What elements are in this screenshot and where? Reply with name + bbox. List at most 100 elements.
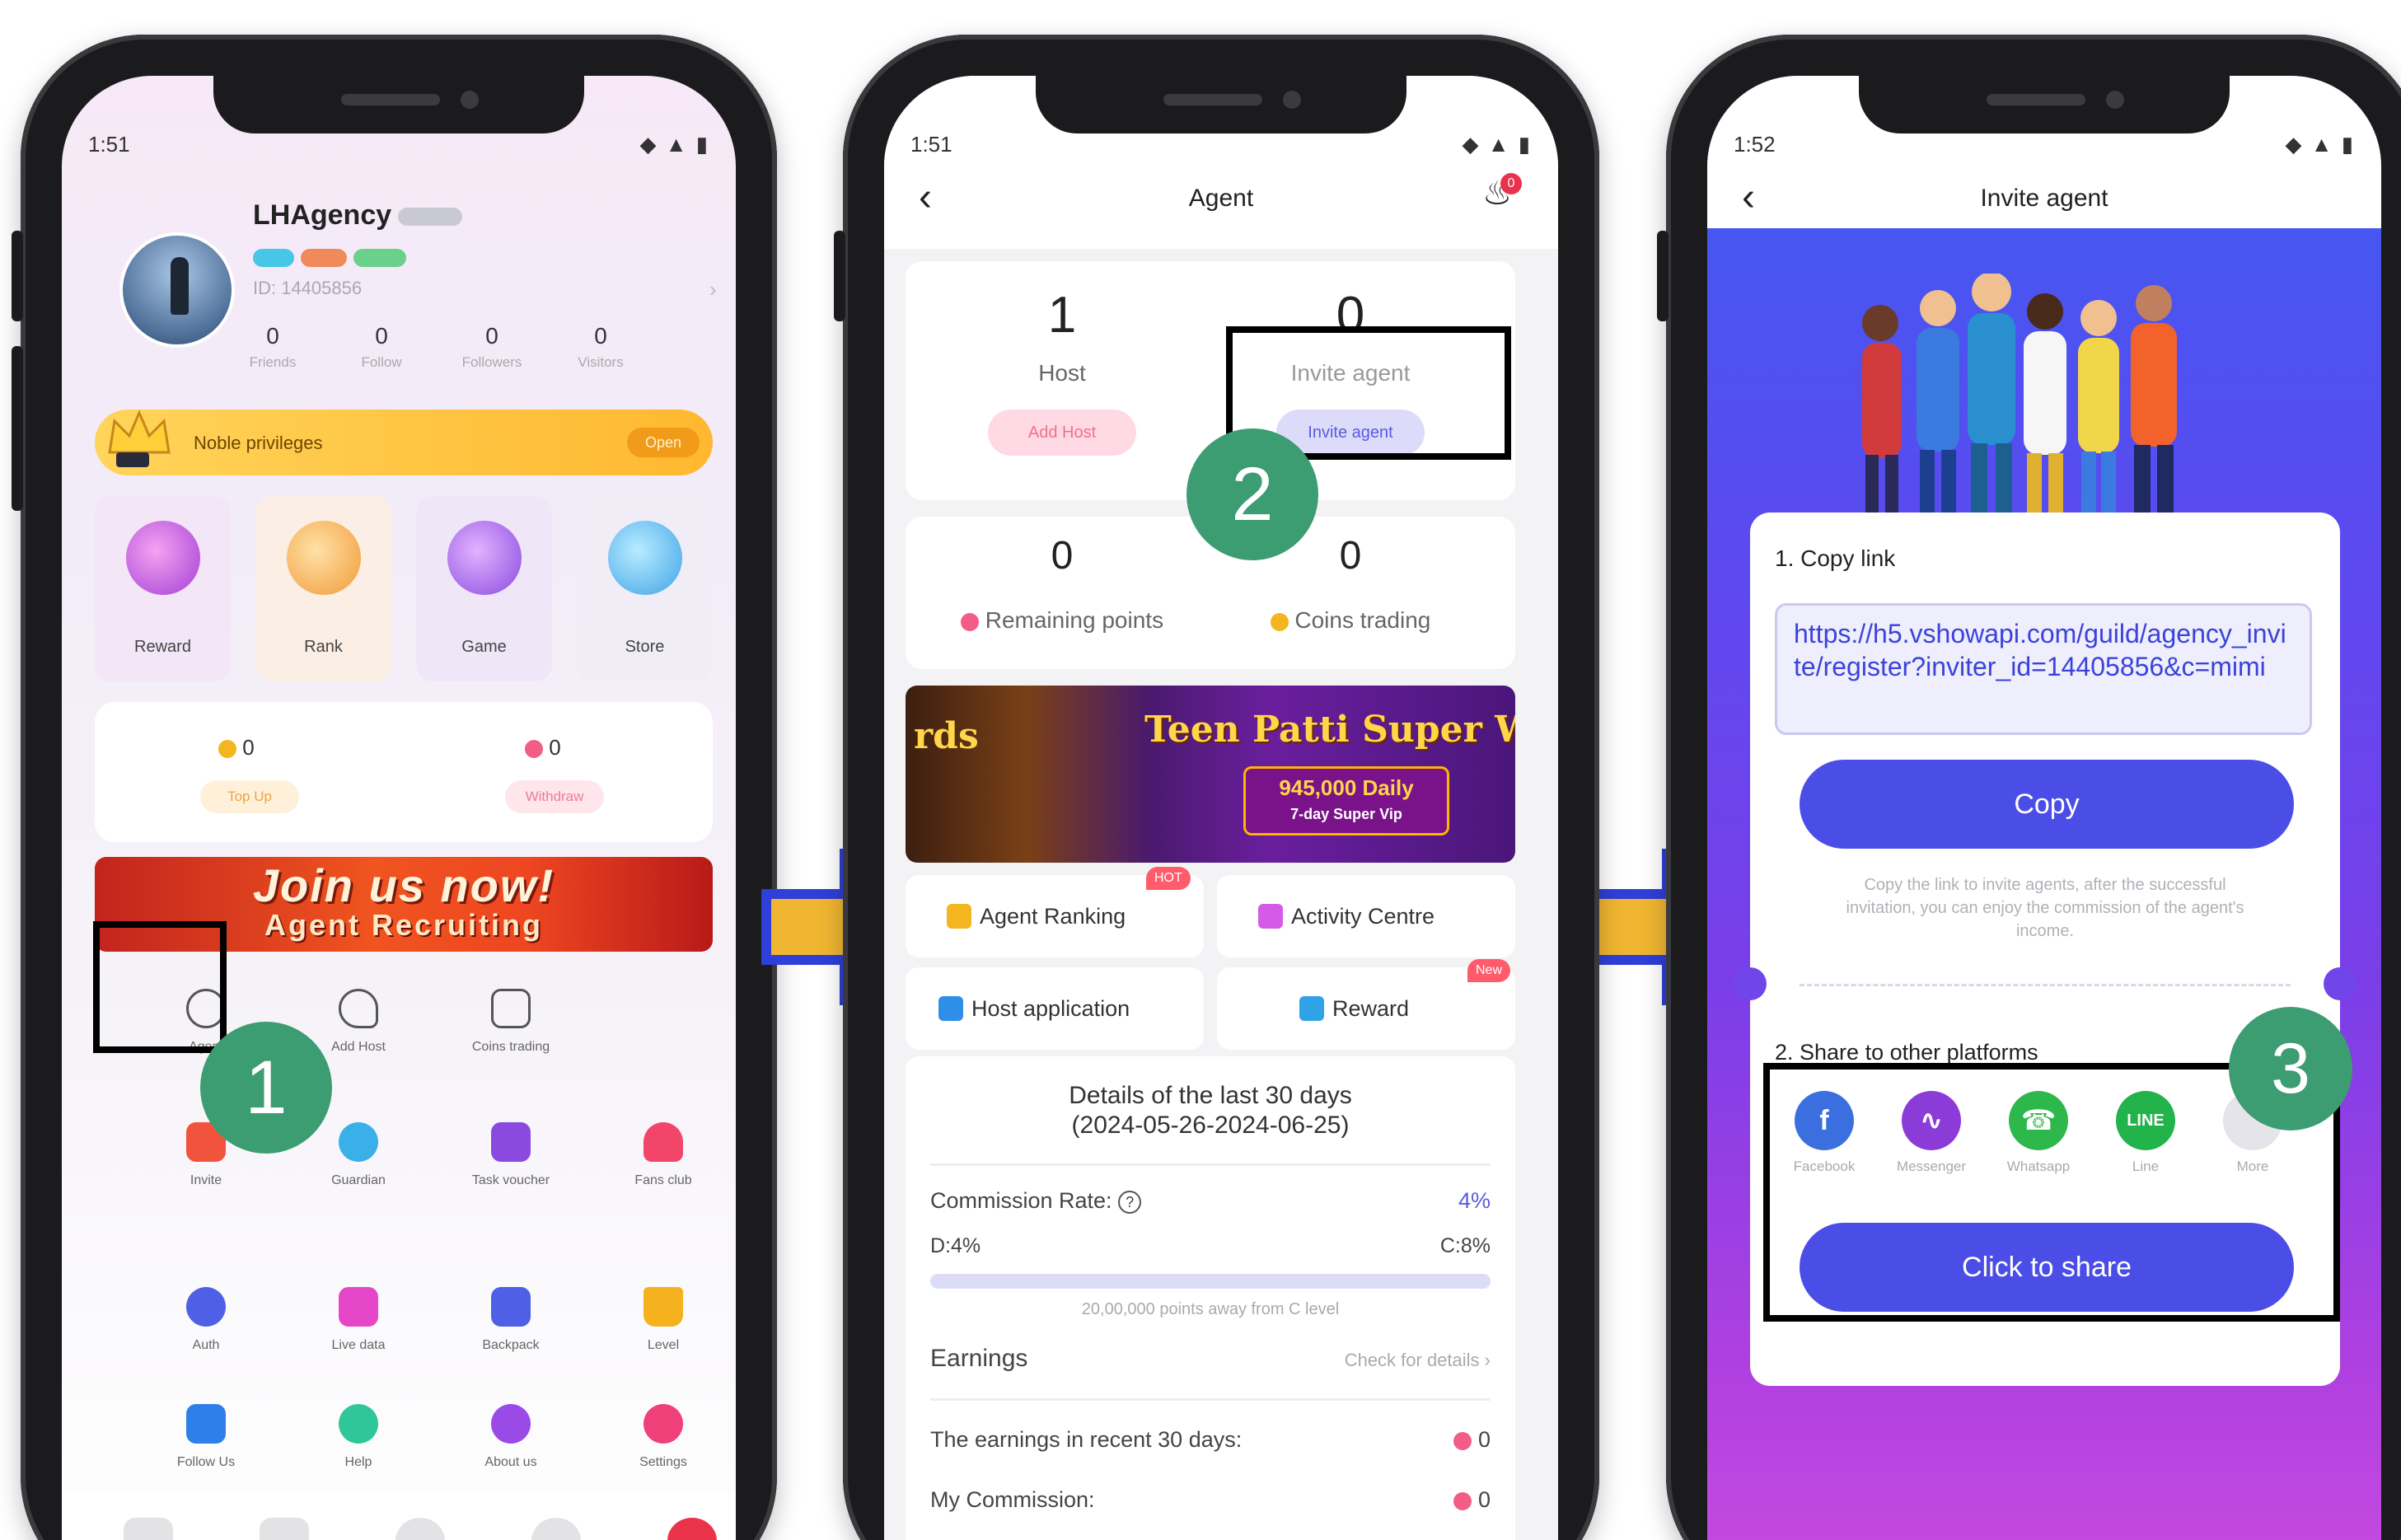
live-data-icon <box>339 1287 378 1327</box>
grid-backpack[interactable]: Backpack <box>449 1287 573 1353</box>
reward-icon <box>126 521 200 595</box>
copy-hint: Copy the link to invite agents, after th… <box>1846 876 2244 940</box>
grid-auth[interactable]: Auth <box>144 1287 268 1353</box>
signal-icons: ◆ ▲ ▮ <box>2285 132 2355 157</box>
feature-reward[interactable]: Reward <box>95 496 231 681</box>
new-badge: New <box>1467 959 1511 982</box>
host-count: 1 <box>1047 287 1077 344</box>
level-progress-bar <box>930 1274 1491 1289</box>
auth-icon <box>186 1287 226 1327</box>
settings-icon <box>644 1404 683 1444</box>
feature-game[interactable]: Game <box>416 496 552 681</box>
stat-friends[interactable]: 0 Friends <box>223 323 322 371</box>
stat-follow[interactable]: 0 Follow <box>332 323 431 371</box>
feature-store[interactable]: Store <box>577 496 713 681</box>
check-details-link[interactable]: Check for details › <box>1345 1350 1491 1371</box>
my-commission-row: My Commission: 0 <box>930 1487 1491 1512</box>
copy-link-heading: 1. Copy link <box>1775 545 1896 571</box>
status-time: 1:51 <box>88 132 130 157</box>
open-button[interactable]: Open <box>627 428 700 457</box>
noble-label: Noble privileges <box>194 433 323 453</box>
tab-heart-icon[interactable] <box>124 1518 173 1540</box>
feature-rank[interactable]: Rank <box>255 496 391 681</box>
fans-club-icon <box>644 1122 683 1162</box>
coins-trading-label: Coins trading <box>1227 607 1474 634</box>
status-time: 1:52 <box>1734 132 1776 157</box>
step-2-badge: 2 <box>1186 428 1318 560</box>
grid-help[interactable]: Help <box>297 1404 420 1470</box>
tab-chat-icon[interactable] <box>531 1518 581 1540</box>
tab-star-icon[interactable] <box>395 1518 445 1540</box>
stat-visitors[interactable]: 0 Visitors <box>551 323 650 371</box>
grid-level[interactable]: Level <box>601 1287 725 1353</box>
notch <box>213 76 584 133</box>
invite-link-field[interactable]: https://h5.vshowapi.com/guild/agency_inv… <box>1775 603 2312 735</box>
wallet-card: 0 Top Up 0 Withdraw <box>95 702 713 842</box>
add-host-icon <box>339 989 378 1028</box>
banner-left-text: rds <box>914 715 979 757</box>
remaining-points-value: 0 <box>1051 534 1074 578</box>
user-name: LHAgency <box>253 199 392 231</box>
grid-settings[interactable]: Settings <box>601 1404 725 1470</box>
grid-fans-club[interactable]: Fans club <box>601 1122 725 1188</box>
recent-earnings-row: The earnings in recent 30 days: 0 <box>930 1427 1491 1452</box>
tab-video-icon[interactable] <box>260 1518 309 1540</box>
user-id: ID: 14405856 <box>253 278 363 298</box>
details-card: Details of the last 30 days (2024-05-26-2… <box>906 1056 1515 1540</box>
page-title: Invite agent <box>1980 185 2108 212</box>
points-icon <box>525 740 543 759</box>
coin-icon <box>1270 612 1289 631</box>
teen-patti-banner[interactable]: rds Teen Patti Super Wi 945,000 Daily 7-d… <box>906 686 1515 863</box>
grid-guardian[interactable]: Guardian <box>297 1122 420 1188</box>
ticket-notch-right <box>2324 967 2357 1000</box>
grid-about-us[interactable]: About us <box>449 1404 573 1470</box>
grid-follow-us[interactable]: Follow Us <box>144 1404 268 1470</box>
notification-badge: 0 <box>1500 173 1522 194</box>
activity-icon <box>1258 903 1283 929</box>
profile-screen: 1:51 ◆ ▲ ▮ LHAgency ID: 14405856 › 0 Frie… <box>62 76 736 1540</box>
grid-task-voucher[interactable]: Task voucher <box>449 1122 573 1188</box>
noble-privileges-bar[interactable]: Noble privileges Open <box>95 410 713 475</box>
ticket-notch-left <box>1734 967 1767 1000</box>
backpack-icon <box>491 1287 531 1327</box>
coins-trading-icon <box>491 989 531 1028</box>
help-icon[interactable]: ? <box>1118 1190 1142 1214</box>
status-bar: 1:51 ◆ ▲ ▮ <box>88 132 709 157</box>
follow-us-icon <box>186 1404 226 1444</box>
banner-title: Teen Patti Super Wi <box>1144 709 1515 751</box>
divider <box>1800 984 2291 986</box>
step-1-badge: 1 <box>200 1022 332 1154</box>
about-us-icon <box>491 1404 531 1444</box>
ranking-icon <box>947 903 971 929</box>
signal-icons: ◆ ▲ ▮ <box>639 132 709 157</box>
store-icon <box>608 521 682 595</box>
host-application-button[interactable]: Host application <box>906 967 1204 1050</box>
hot-badge: HOT <box>1146 867 1191 890</box>
activity-centre-button[interactable]: Activity Centre <box>1217 875 1515 957</box>
chevron-right-icon[interactable]: › <box>709 277 717 302</box>
add-host-button[interactable]: Add Host <box>988 410 1136 456</box>
details-title: Details of the last 30 days (2024-05-26-2… <box>1069 1082 1352 1139</box>
people-illustration <box>1862 274 2177 539</box>
coin-balance: 0 <box>218 735 255 761</box>
grid-live-data[interactable]: Live data <box>297 1287 420 1353</box>
page-title: Agent <box>1188 185 1254 212</box>
banner-prize: 945,000 Daily 7-day Super Vip <box>1243 766 1449 836</box>
coin-icon <box>218 740 236 759</box>
guardian-icon <box>339 1122 378 1162</box>
vip-badge <box>398 208 462 226</box>
host-label: Host <box>1038 360 1086 386</box>
help-icon <box>339 1404 378 1444</box>
phone-2: 1:51 ◆ ▲ ▮ ‹ Agent ♨ 0 1 Host Add Host 0… <box>843 35 1599 1540</box>
avatar[interactable] <box>119 232 235 348</box>
join-title: Join us now! <box>252 859 555 911</box>
stat-followers[interactable]: 0 Followers <box>442 323 541 371</box>
withdraw-button[interactable]: Withdraw <box>505 780 604 813</box>
level-row: D:4% C:8% <box>930 1234 1491 1257</box>
copy-button[interactable]: Copy <box>1800 760 2294 849</box>
grid-coins-trading[interactable]: Coins trading <box>449 989 573 1055</box>
topup-button[interactable]: Top Up <box>200 780 299 813</box>
tab-profile-icon[interactable] <box>667 1518 717 1540</box>
crown-icon <box>108 410 171 467</box>
share-heading: 2. Share to other platforms <box>1775 1040 2038 1065</box>
